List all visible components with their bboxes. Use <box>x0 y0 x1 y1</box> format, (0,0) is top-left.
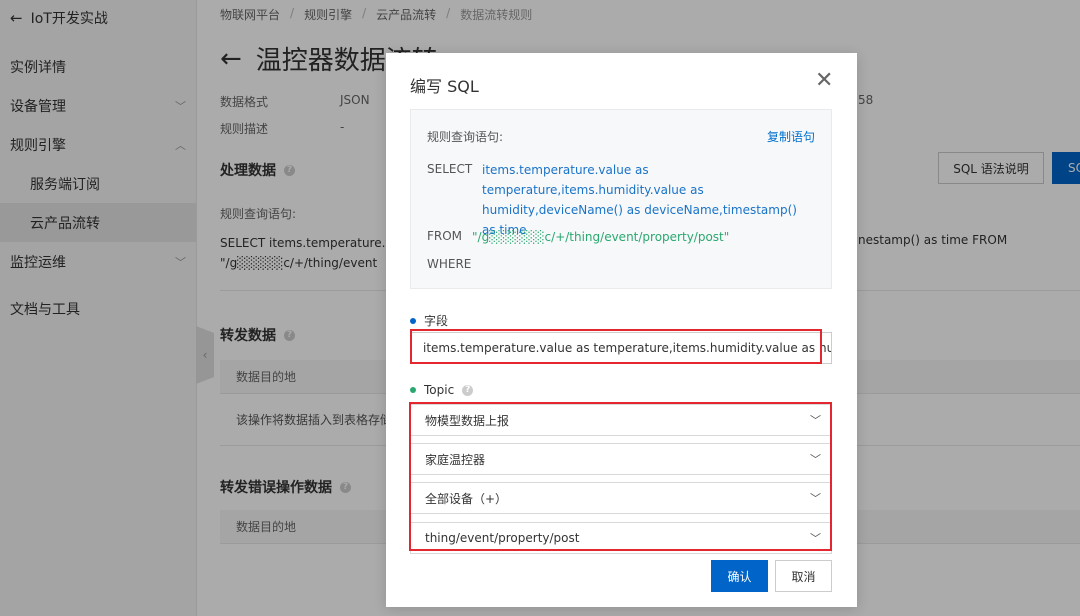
edit-sql-dialog: 编写 SQL ✕ 规则查询语句: 复制语句 SELECT items.tempe… <box>386 53 857 607</box>
confirm-button[interactable]: 确认 <box>711 560 768 592</box>
sql-keyword-select: SELECT <box>427 162 473 176</box>
required-dot-icon <box>410 317 416 324</box>
highlight-box-topic <box>409 402 832 551</box>
required-dot-icon <box>410 387 416 393</box>
sql-preview-box: 规则查询语句: 复制语句 SELECT items.temperature.va… <box>410 109 832 289</box>
sql-from-value: "/g░░░░░░c/+/thing/event/property/post" <box>472 230 730 244</box>
topic-label-row: Topic ? <box>410 383 474 397</box>
help-icon[interactable]: ? <box>462 384 474 396</box>
close-icon[interactable]: ✕ <box>815 70 833 92</box>
sql-keyword-where: WHERE <box>427 257 472 271</box>
field-label-row: 字段 <box>410 312 448 329</box>
highlight-box-field <box>410 329 822 364</box>
dialog-title: 编写 SQL <box>410 77 479 96</box>
field-label: 字段 <box>424 314 449 328</box>
cancel-button[interactable]: 取消 <box>775 560 832 592</box>
copy-statement-link[interactable]: 复制语句 <box>767 128 815 145</box>
query-label: 规则查询语句: <box>427 130 504 144</box>
topic-label: Topic <box>424 383 455 397</box>
sql-keyword-from: FROM <box>427 229 463 243</box>
